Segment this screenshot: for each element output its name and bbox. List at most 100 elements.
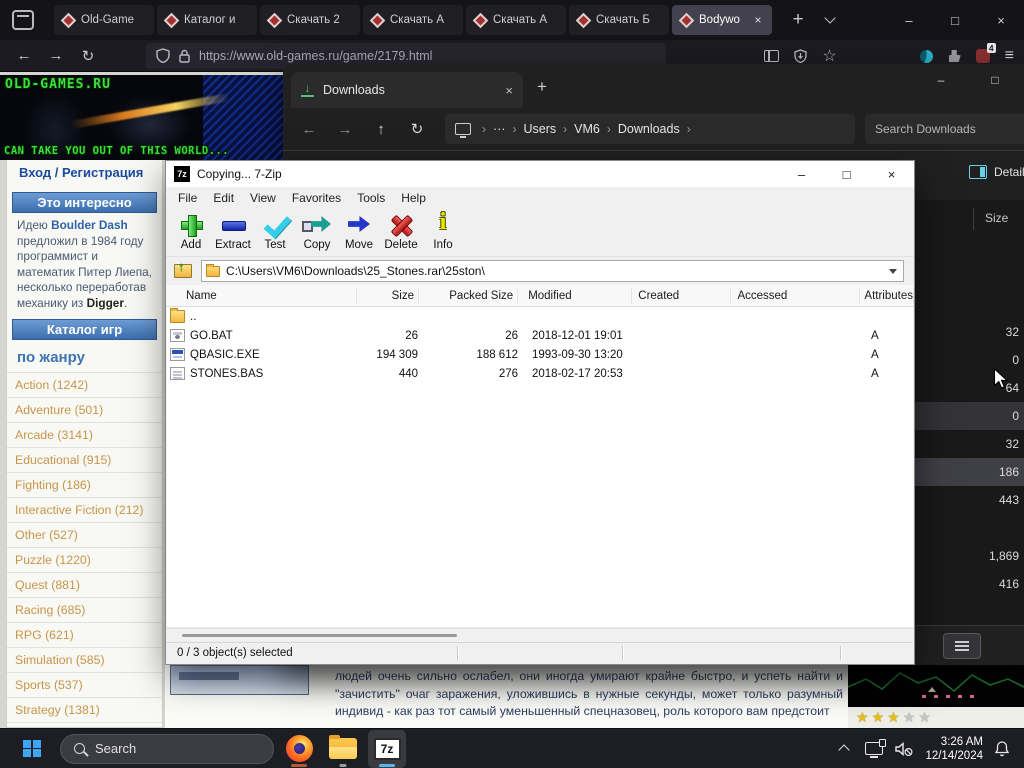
tracking-shield-icon[interactable] — [156, 48, 170, 63]
taskbar-firefox[interactable] — [280, 730, 318, 768]
explorer-search-input[interactable] — [875, 122, 1024, 136]
adblock-extension-icon[interactable]: 4 — [975, 43, 996, 63]
login-link[interactable]: Вход / Регистрация — [7, 160, 162, 184]
size-column-header[interactable]: Size — [985, 211, 1008, 225]
genre-link[interactable]: Quest (881) — [7, 572, 162, 597]
details-pane-button[interactable]: Details — [969, 165, 1024, 179]
explorer-refresh-button[interactable]: ↻ — [399, 120, 435, 138]
taskbar-explorer[interactable] — [324, 730, 362, 768]
sevenzip-close-button[interactable]: × — [869, 161, 914, 187]
menu-item[interactable]: File — [170, 191, 205, 205]
rating-stars[interactable]: ★★★★★ — [848, 707, 1024, 728]
boulder-dash-link[interactable]: Boulder Dash — [51, 218, 128, 232]
breadcrumb-ellipsis[interactable]: ··· — [493, 122, 506, 136]
browser-tab[interactable]: Скачать А × — [363, 5, 463, 35]
toolbar-button[interactable]: Add — [170, 209, 212, 256]
browser-tab[interactable]: Old-Game × — [54, 5, 154, 35]
lock-icon[interactable] — [179, 49, 190, 63]
firefox-view-icon[interactable] — [12, 10, 34, 30]
new-tab-button[interactable]: + — [784, 9, 812, 31]
minimize-button[interactable]: – — [886, 0, 932, 40]
toolbar-button[interactable]: Delete — [380, 209, 422, 256]
explorer-tab-close-icon[interactable]: × — [505, 83, 513, 98]
browser-tab[interactable]: Скачать 2 × — [260, 5, 360, 35]
hamburger-menu-icon[interactable]: ≡ — [1005, 47, 1014, 65]
sevenzip-minimize-button[interactable]: – — [779, 161, 824, 187]
file-row[interactable]: .. — [167, 307, 913, 326]
game-screenshot-dark[interactable] — [847, 665, 1024, 707]
col-created[interactable]: Created — [632, 287, 732, 304]
extension-circle-icon[interactable] — [919, 49, 933, 63]
sevenzip-maximize-button[interactable]: □ — [824, 161, 869, 187]
restore-button[interactable]: □ — [932, 0, 978, 40]
column-divider[interactable] — [973, 208, 974, 230]
explorer-minimize-button[interactable]: – — [919, 66, 963, 94]
start-button[interactable] — [14, 731, 50, 767]
sidebar-toggle-icon[interactable] — [764, 50, 780, 62]
menu-item[interactable]: Tools — [349, 191, 393, 205]
list-tabs-chevron-icon[interactable] — [824, 12, 836, 24]
close-button[interactable]: × — [978, 0, 1024, 40]
menu-item[interactable]: Edit — [205, 191, 242, 205]
menu-item[interactable]: Help — [393, 191, 434, 205]
genre-link[interactable]: Fighting (186) — [7, 472, 162, 497]
toolbar-button[interactable]: Copy — [296, 209, 338, 256]
col-modified[interactable]: Modified — [518, 287, 633, 304]
explorer-up-button[interactable]: ↑ — [363, 121, 399, 138]
toolbar-button[interactable]: Move — [338, 209, 380, 256]
menu-item[interactable]: Favorites — [284, 191, 349, 205]
explorer-new-tab-button[interactable]: + — [537, 77, 547, 97]
genre-link[interactable]: Action (1242) — [7, 372, 162, 397]
explorer-tab-downloads[interactable]: ↓ Downloads × — [291, 72, 523, 108]
up-one-level-icon[interactable] — [174, 259, 192, 278]
genre-link[interactable]: Other (527) — [7, 522, 162, 547]
taskbar-clock[interactable]: 3:26 AM 12/14/2024 — [925, 735, 983, 763]
col-accessed[interactable]: Accessed — [731, 287, 861, 304]
extension-thumb-icon[interactable] — [948, 50, 961, 62]
game-screenshot-thumbnail[interactable] — [170, 665, 309, 695]
col-packed-size[interactable]: Packed Size — [419, 287, 519, 304]
file-row[interactable]: QBASIC.EXE 194 309 188 612 1993-09-30 13… — [167, 345, 913, 364]
col-name[interactable]: Name — [166, 287, 357, 304]
file-row[interactable]: GO.BAT 26 26 2018-12-01 19:01 A — [167, 326, 913, 345]
network-display-icon[interactable] — [865, 739, 887, 758]
reload-button[interactable]: ↻ — [72, 47, 104, 65]
genre-link[interactable]: Strategy (1381) — [7, 697, 162, 722]
genre-link[interactable]: Interactive Fiction (212) — [7, 497, 162, 522]
browser-tab[interactable]: Скачать Б × — [569, 5, 669, 35]
taskbar-7zip[interactable]: 7z — [368, 729, 406, 768]
col-size[interactable]: Size — [357, 287, 420, 304]
breadcrumb-item[interactable]: Users — [524, 122, 557, 136]
scrollbar-thumb[interactable] — [182, 634, 457, 637]
toolbar-button[interactable]: Extract — [212, 209, 254, 256]
genre-link[interactable]: Arcade (3141) — [7, 422, 162, 447]
file-row[interactable]: STONES.BAS 440 276 2018-02-17 20:53 A — [167, 364, 913, 383]
tray-overflow-chevron-icon[interactable] — [838, 744, 851, 756]
explorer-back-button[interactable]: ← — [291, 121, 327, 138]
horizontal-scrollbar[interactable] — [167, 628, 913, 641]
toolbar-button[interactable]: Test — [254, 209, 296, 256]
forward-button[interactable]: → — [40, 47, 72, 64]
this-pc-icon[interactable] — [455, 123, 471, 138]
explorer-forward-button[interactable]: → — [327, 121, 363, 138]
back-button[interactable]: ← — [8, 47, 40, 64]
menu-item[interactable]: View — [242, 191, 284, 205]
explorer-maximize-button[interactable]: □ — [973, 66, 1017, 94]
browser-tab[interactable]: Скачать А × — [466, 5, 566, 35]
notification-bell-icon[interactable] — [994, 740, 1010, 757]
browser-tab[interactable]: Каталог и × — [157, 5, 257, 35]
address-breadcrumb-bar[interactable]: › ··· › Users › VM6 › Downloads › — [445, 114, 855, 144]
breadcrumb-item[interactable]: Downloads — [618, 122, 680, 136]
col-attributes[interactable]: Attributes — [860, 287, 914, 304]
tab-close-icon[interactable]: × — [750, 12, 766, 28]
genre-link[interactable]: Sports (537) — [7, 672, 162, 697]
genre-link[interactable]: Puzzle (1220) — [7, 547, 162, 572]
combo-dropdown-icon[interactable] — [885, 262, 901, 280]
browser-tab[interactable]: Bodywo × — [672, 5, 772, 35]
genre-link[interactable]: Educational (915) — [7, 447, 162, 472]
site-banner[interactable]: OLD-GAMES.RU CAN TAKE YOU OUT OF THIS WO… — [0, 75, 283, 160]
downloads-shield-icon[interactable] — [794, 49, 807, 63]
archive-path-combo[interactable]: C:\Users\VM6\Downloads\25_Stones.rar\25s… — [201, 260, 904, 282]
genre-link[interactable]: RPG (621) — [7, 622, 162, 647]
genre-link[interactable]: Adventure (501) — [7, 397, 162, 422]
